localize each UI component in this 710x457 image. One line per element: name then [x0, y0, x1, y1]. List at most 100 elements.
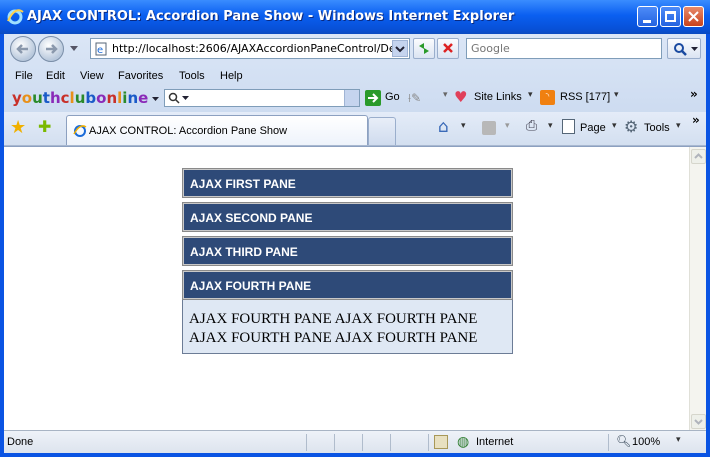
brand-text: youthclubonline	[12, 89, 149, 107]
status-divider	[608, 434, 609, 451]
search-icon	[168, 92, 180, 104]
accordion-pane-4-content: AJAX FOURTH PANE AJAX FOURTH PANE AJAX F…	[182, 300, 513, 354]
menu-favorites[interactable]: Favorites	[118, 70, 163, 82]
new-tab-button[interactable]	[368, 117, 396, 145]
menu-file[interactable]: File	[15, 70, 33, 82]
back-button[interactable]	[10, 36, 36, 62]
protected-mode-icon[interactable]	[434, 435, 448, 449]
search-icon	[674, 43, 687, 56]
go-arrow-icon[interactable]	[365, 90, 381, 106]
pane-header-label: AJAX FOURTH PANE	[190, 279, 312, 293]
maximize-button[interactable]	[660, 6, 681, 27]
print-icon[interactable]: ⎙	[526, 118, 537, 134]
close-button[interactable]	[683, 6, 704, 27]
accordion: AJAX FIRST PANE AJAX SECOND PANE AJAX TH…	[182, 168, 513, 354]
url-input[interactable]	[112, 41, 392, 56]
zoom-icon: 🔍︎	[616, 434, 632, 448]
toolbar-overflow-icon[interactable]: »	[690, 87, 698, 101]
search-input[interactable]	[471, 41, 657, 56]
menu-edit[interactable]: Edit	[46, 70, 65, 82]
accordion-pane-1-header[interactable]: AJAX FIRST PANE	[182, 168, 513, 198]
rss-icon: ◝	[540, 90, 555, 105]
forward-arrow-icon	[46, 44, 58, 54]
tab-active[interactable]: AJAX CONTROL: Accordion Pane Show	[66, 115, 368, 145]
home-icon[interactable]: ⌂	[438, 117, 449, 137]
maximize-icon	[665, 11, 676, 22]
accordion-pane-3-header[interactable]: AJAX THIRD PANE	[182, 236, 513, 266]
add-favorites-icon[interactable]: ✚	[38, 117, 51, 136]
site-links-button[interactable]: Site Links	[474, 91, 522, 103]
address-field[interactable]: e	[90, 38, 410, 59]
chevron-down-icon[interactable]: ▾	[461, 121, 466, 131]
chevron-down-icon[interactable]: ▾	[614, 90, 619, 100]
commandbar-overflow-icon[interactable]: »	[692, 113, 700, 127]
refresh-button[interactable]	[413, 38, 435, 59]
forward-button[interactable]	[38, 36, 64, 62]
security-zone[interactable]: Internet	[476, 436, 513, 448]
menu-tools[interactable]: Tools	[179, 70, 205, 82]
status-text: Done	[7, 436, 34, 448]
scroll-down-button[interactable]	[691, 414, 706, 429]
search-button[interactable]	[667, 38, 701, 59]
chevron-down-icon[interactable]: ▾	[676, 435, 681, 445]
chevron-down-icon	[395, 46, 405, 53]
custom-toolbar: youthclubonline Go ⟊✎ ▾ ♥ Site Links ▾ ◝…	[4, 86, 706, 110]
status-divider	[334, 434, 335, 451]
minimize-icon	[643, 20, 651, 23]
toolbar-search-field[interactable]	[164, 89, 360, 107]
refresh-icon	[419, 43, 429, 54]
minimize-button[interactable]	[637, 6, 658, 27]
menu-help[interactable]: Help	[220, 70, 243, 82]
status-divider	[362, 434, 363, 451]
chevron-down-icon[interactable]: ▾	[548, 121, 553, 131]
toolbar-brand-logo[interactable]: youthclubonline	[12, 89, 148, 107]
chevron-up-icon	[694, 153, 703, 159]
toolbar-search-dropdown[interactable]	[344, 90, 359, 106]
menu-view[interactable]: View	[80, 70, 104, 82]
recent-pages-dropdown-icon[interactable]	[70, 44, 78, 52]
browser-window: AJAX CONTROL: Accordion Pane Show - Wind…	[0, 0, 710, 457]
highlighter-icon[interactable]: ⟊✎	[408, 91, 421, 106]
menu-bar: File Edit View Favorites Tools Help	[4, 68, 706, 86]
chevron-down-icon[interactable]: ▾	[612, 121, 617, 131]
page-menu-button[interactable]: Page	[580, 122, 606, 134]
svg-text:e: e	[97, 45, 103, 56]
stop-button[interactable]	[437, 38, 459, 59]
status-bar: Done ◍ Internet 🔍︎ 100% ▾	[4, 430, 706, 453]
tools-menu-button[interactable]: Tools	[644, 122, 670, 134]
go-button[interactable]: Go	[385, 91, 400, 103]
accordion-pane-4-header[interactable]: AJAX FOURTH PANE	[182, 270, 513, 300]
window-title: AJAX CONTROL: Accordion Pane Show - Wind…	[27, 9, 515, 24]
accordion-pane-2-header[interactable]: AJAX SECOND PANE	[182, 202, 513, 232]
ie-logo-icon	[7, 9, 24, 25]
pane-header-label: AJAX FIRST PANE	[190, 177, 296, 191]
zoom-level[interactable]: 100%	[632, 436, 660, 448]
chevron-down-icon[interactable]: ▾	[528, 90, 533, 100]
feeds-icon[interactable]	[482, 121, 496, 135]
scroll-up-button[interactable]	[691, 149, 706, 164]
stop-icon	[443, 43, 453, 53]
tab-bar: ★ ✚ AJAX CONTROL: Accordion Pane Show ⌂ …	[4, 112, 706, 146]
close-icon	[688, 11, 699, 22]
chevron-down-icon[interactable]: ▾	[443, 90, 448, 100]
tab-title: AJAX CONTROL: Accordion Pane Show	[89, 125, 288, 137]
pane-header-label: AJAX SECOND PANE	[190, 211, 313, 225]
title-bar: AJAX CONTROL: Accordion Pane Show - Wind…	[0, 0, 710, 34]
chevron-down-icon	[182, 96, 189, 100]
pane-header-label: AJAX THIRD PANE	[190, 245, 298, 259]
browser-chrome: e http://localhost:2606/AJAXAccordionPan…	[4, 34, 706, 146]
status-divider	[390, 434, 391, 451]
status-divider	[428, 434, 429, 451]
chevron-down-icon	[691, 47, 698, 51]
address-dropdown-button[interactable]	[392, 40, 408, 57]
vertical-scrollbar[interactable]	[689, 147, 706, 431]
chevron-down-icon	[694, 419, 703, 425]
chevron-down-icon[interactable]: ▾	[505, 121, 510, 131]
search-box[interactable]	[466, 38, 662, 59]
globe-icon: ◍	[457, 434, 470, 450]
favorites-star-icon[interactable]: ★	[10, 117, 26, 138]
page-menu-icon	[562, 119, 575, 134]
chevron-down-icon[interactable]	[152, 96, 159, 102]
rss-button[interactable]: RSS [177]	[560, 91, 610, 103]
chevron-down-icon[interactable]: ▾	[676, 121, 681, 131]
